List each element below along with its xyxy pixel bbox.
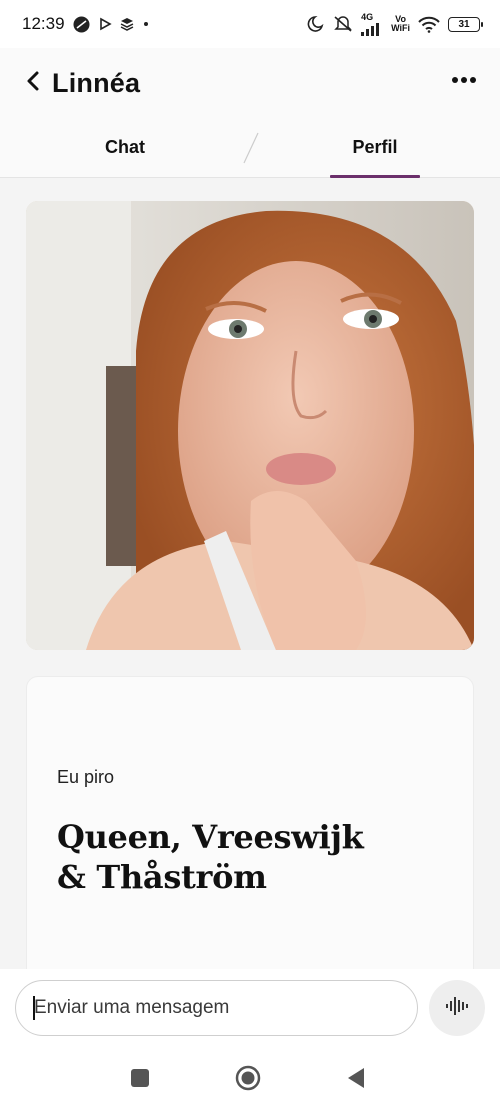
- signal-icon: 4G: [361, 11, 383, 36]
- back-button[interactable]: [8, 58, 58, 108]
- status-bar: 12:39 4G Vo WiFi 31: [0, 0, 500, 48]
- prompt-label: Eu piro: [57, 767, 115, 787]
- status-time: 12:39: [22, 14, 65, 33]
- prompt-answer-line2: & Thåström: [57, 858, 267, 896]
- message-composer: [0, 969, 500, 1047]
- active-tab-indicator: [330, 175, 420, 178]
- profile-content[interactable]: Eu piro Queen, Vreeswijk & Thåström: [0, 179, 500, 969]
- home-button[interactable]: [235, 1065, 261, 1096]
- mute-icon: [333, 15, 353, 33]
- prompt-answer-line1: Queen, Vreeswijk: [57, 818, 364, 856]
- tab-chat[interactable]: Chat: [70, 118, 180, 177]
- triangle-back-icon: [346, 1067, 366, 1094]
- status-left: 12:39: [22, 14, 150, 34]
- square-recents-icon: [130, 1068, 150, 1093]
- tab-perfil-label: Perfil: [352, 137, 398, 157]
- voice-wave-icon: [445, 996, 469, 1021]
- recents-button[interactable]: [127, 1067, 153, 1093]
- prompt-card[interactable]: Eu piro Queen, Vreeswijk & Thåström: [26, 676, 474, 969]
- dnd-circle-icon: [73, 16, 90, 33]
- moon-icon: [307, 15, 325, 33]
- battery-icon: 31: [448, 16, 483, 32]
- network-label: 4G: [361, 11, 374, 22]
- page-title: Linnéa: [52, 67, 141, 98]
- wifi-icon: [418, 16, 440, 33]
- vowifi-bottom: WiFi: [391, 23, 410, 33]
- dot-icon: [142, 20, 150, 28]
- prompt-answer: Queen, Vreeswijk & Thåström: [57, 817, 447, 897]
- more-options-button[interactable]: [444, 60, 484, 100]
- message-input[interactable]: [15, 980, 418, 1036]
- status-right: 4G Vo WiFi 31: [307, 11, 483, 36]
- text-caret: [33, 996, 35, 1020]
- system-back-button[interactable]: [343, 1067, 369, 1093]
- system-nav-bar: [0, 1047, 500, 1112]
- voice-message-button[interactable]: [429, 980, 485, 1036]
- circle-home-icon: [235, 1065, 261, 1096]
- tab-bar: Chat Perfil: [0, 118, 500, 178]
- chevron-left-icon: [24, 70, 42, 97]
- tab-perfil[interactable]: Perfil: [330, 118, 420, 178]
- vowifi-label: Vo WiFi: [391, 15, 410, 33]
- play-store-icon: [98, 17, 112, 31]
- app-header: Linnéa: [0, 48, 500, 118]
- tab-divider: [243, 132, 259, 164]
- layers-icon: [120, 17, 134, 31]
- more-horizontal-icon: [451, 71, 477, 89]
- profile-photo[interactable]: [26, 201, 474, 650]
- profile-photo-image: [26, 201, 474, 650]
